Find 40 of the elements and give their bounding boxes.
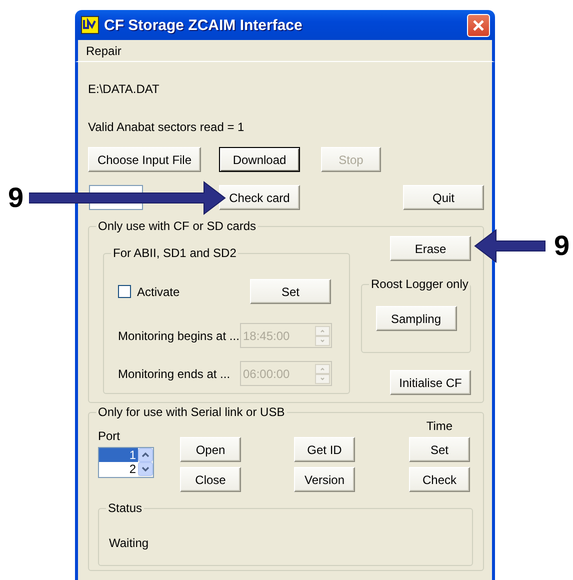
window-title: CF Storage ZCAIM Interface	[104, 16, 302, 34]
erase-button[interactable]: Erase	[390, 236, 471, 261]
check-card-button[interactable]: Check card	[219, 185, 300, 210]
status-message: Waiting	[108, 536, 150, 550]
list-item[interactable]: 2	[99, 462, 138, 476]
right-arrow-icon	[28, 180, 226, 216]
field-label: Monitoring begins at ...	[118, 328, 240, 342]
push-button[interactable]: Download	[219, 147, 300, 172]
callout-number: 9	[554, 231, 570, 261]
port-label: Port	[98, 429, 122, 443]
checkbox[interactable]	[118, 285, 131, 298]
scroll-down-icon[interactable]	[138, 462, 153, 476]
close-button[interactable]	[467, 14, 490, 36]
sampling-button[interactable]: Sampling	[376, 306, 456, 331]
list-item[interactable]: 1	[99, 448, 138, 462]
callout-number: 9	[8, 183, 24, 213]
version-button[interactable]: Version	[294, 467, 355, 492]
group-title: For ABII, SD1 and SD2	[112, 246, 238, 260]
scroll-up-icon[interactable]	[138, 448, 153, 462]
push-button[interactable]: Choose Input File	[88, 147, 201, 172]
group-title: Roost Logger only	[370, 277, 470, 291]
open-button[interactable]: Open	[180, 437, 241, 462]
file-path: E:\DATA.DAT	[88, 81, 160, 96]
check-time-button[interactable]: Check	[409, 467, 470, 492]
group-title: Status	[107, 501, 144, 515]
group-title: Only use with CF or SD cards	[97, 219, 258, 233]
menu-item[interactable]: Repair	[84, 44, 124, 58]
time-label: Time	[425, 419, 454, 433]
initialise-button[interactable]: Initialise CF	[390, 370, 471, 395]
set-time-button[interactable]: Set	[409, 437, 470, 462]
checkbox-label: Activate	[137, 284, 180, 298]
left-arrow-icon	[474, 228, 546, 264]
quit-button[interactable]: Quit	[403, 185, 484, 210]
group-title: Only for use with Serial link or USB	[97, 405, 286, 419]
get-id-button[interactable]: Get ID	[294, 437, 355, 462]
close-port-button[interactable]: Close	[180, 467, 241, 492]
app-icon	[81, 16, 99, 34]
set-button[interactable]: Set	[250, 279, 331, 304]
status-text: Valid Anabat sectors read = 1	[88, 120, 246, 134]
field-label: Monitoring ends at ...	[118, 366, 232, 380]
